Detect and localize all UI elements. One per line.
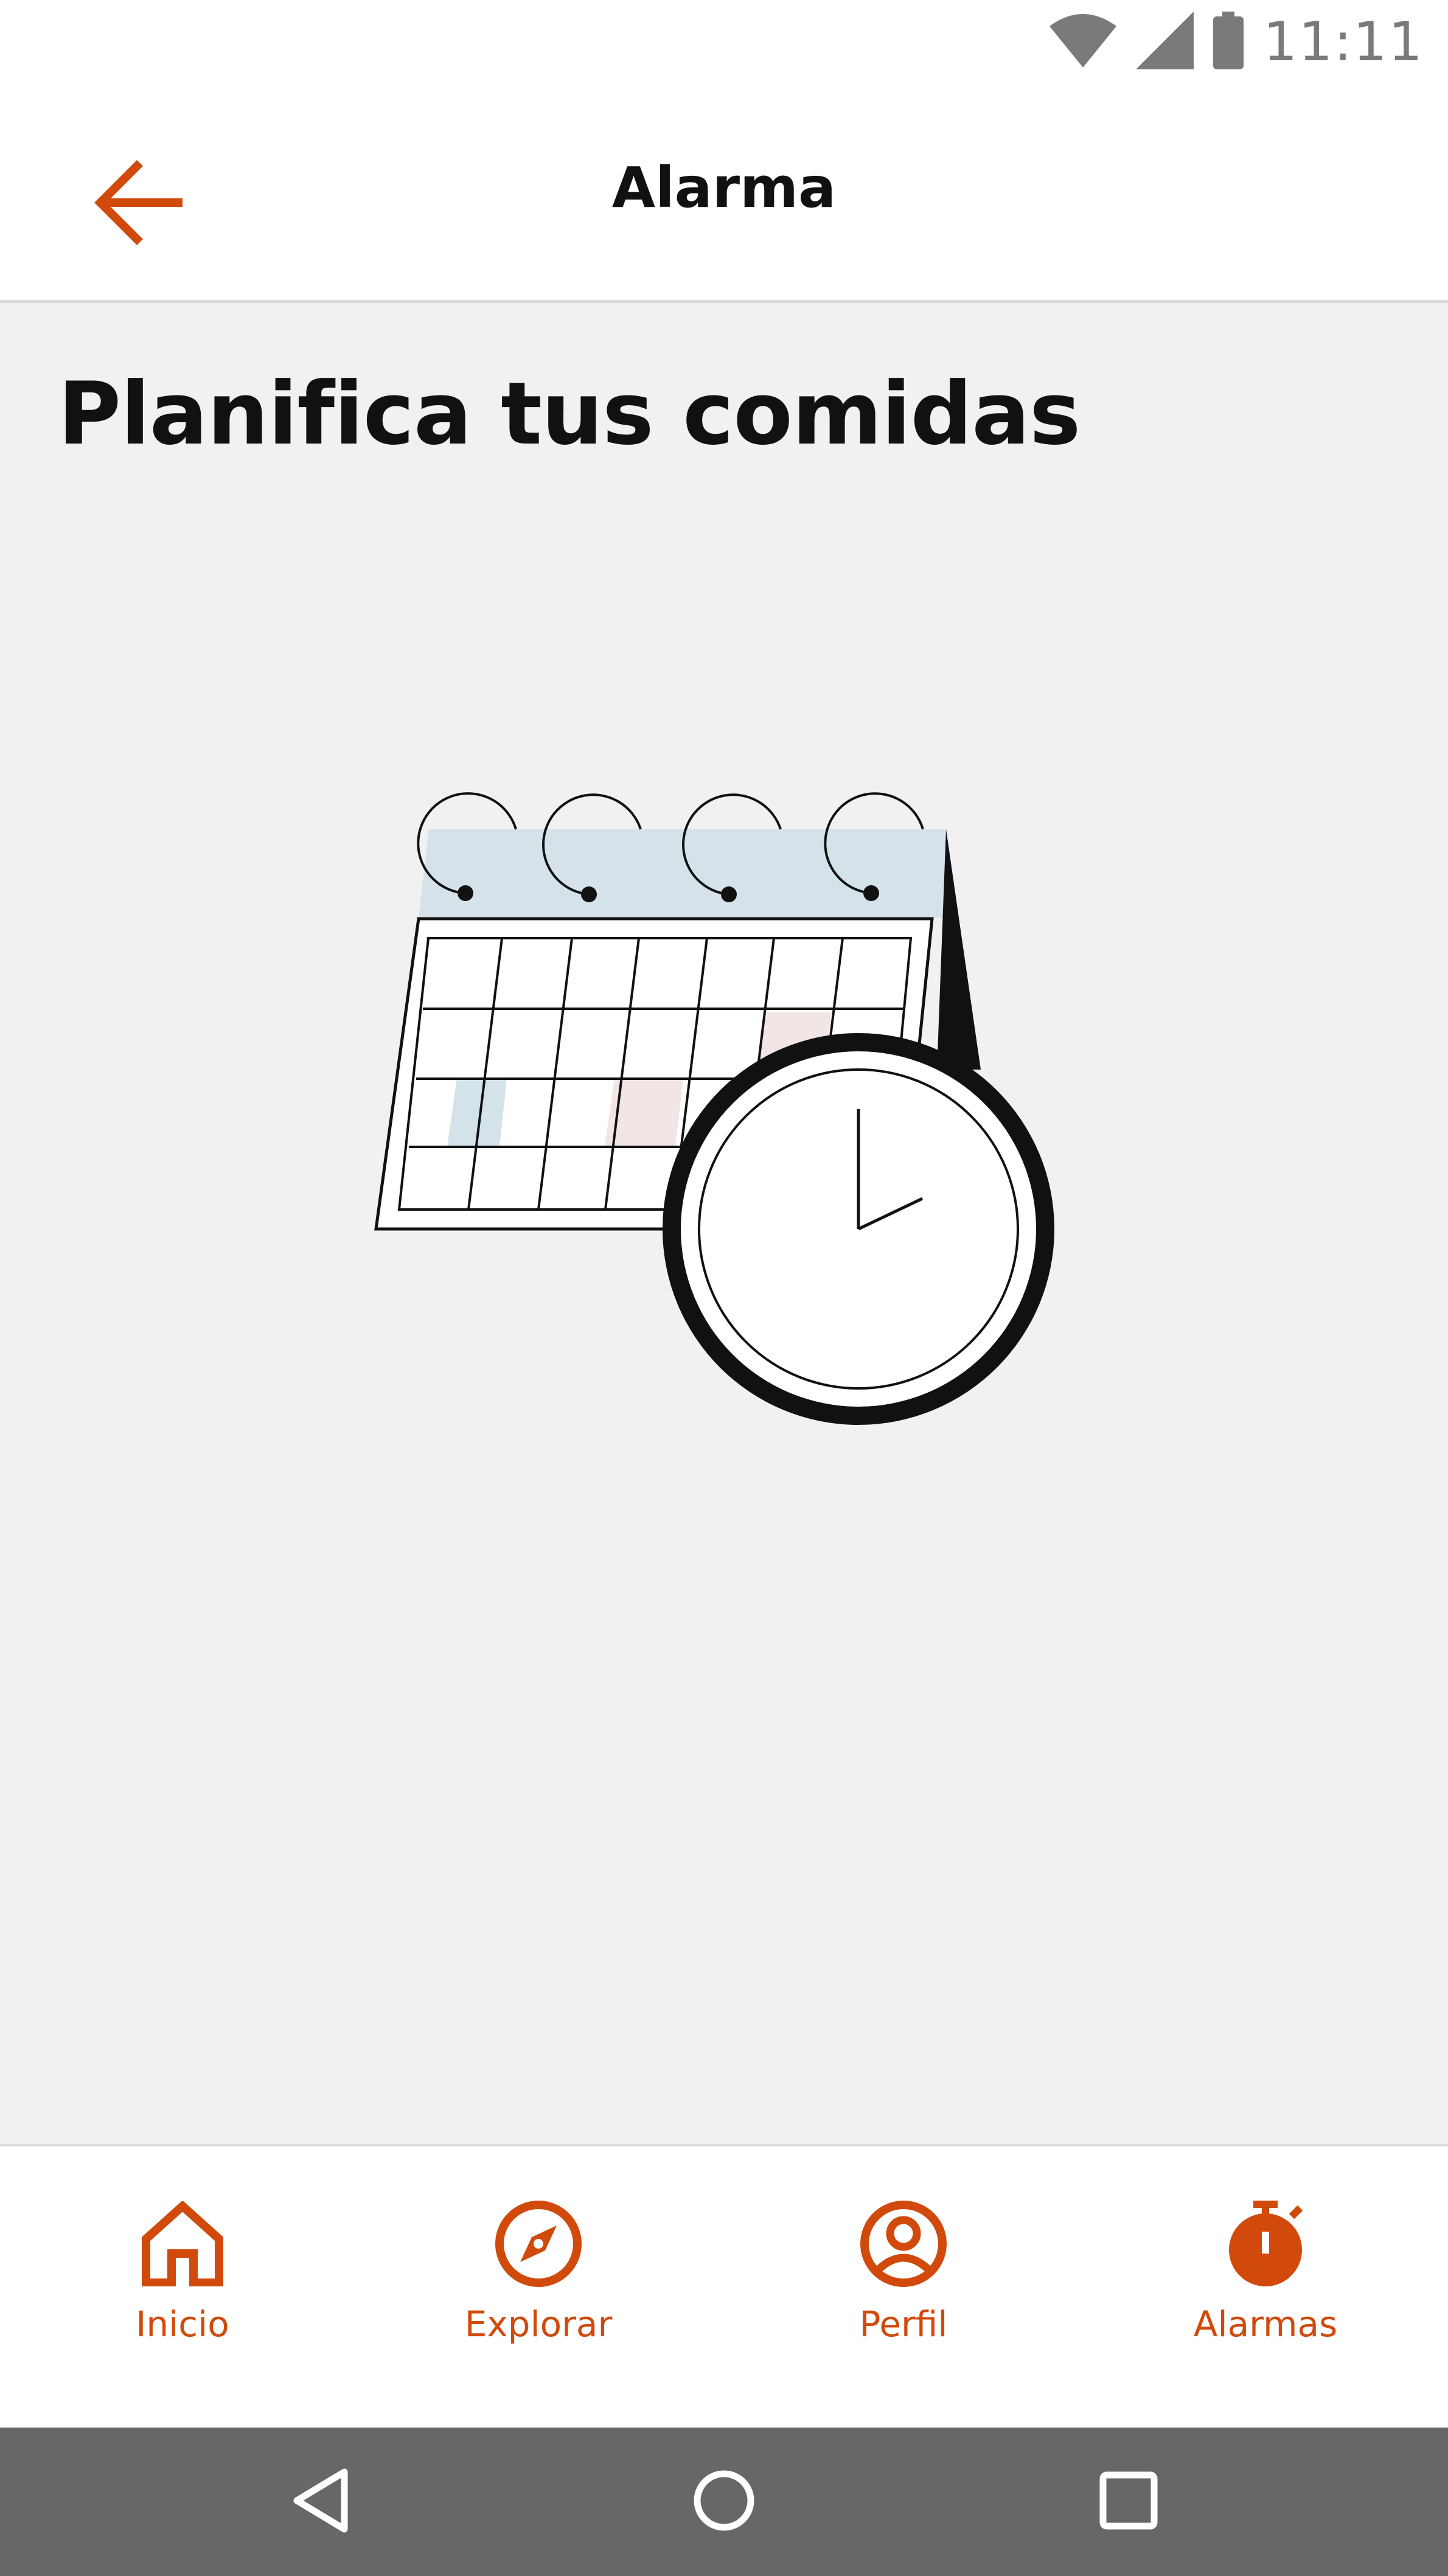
bottom-navigation: Inicio Explorar Perfil Alarmas	[0, 2144, 1448, 2428]
nav-item-perfil[interactable]: Perfil	[776, 2195, 1031, 2378]
system-navigation-bar	[0, 2428, 1448, 2576]
status-bar: 11:11	[0, 0, 1448, 82]
status-icons: 11:11	[1049, 10, 1424, 73]
signal-icon	[1136, 11, 1194, 72]
page-title: Planifica tus comidas	[58, 364, 1081, 464]
status-time: 11:11	[1263, 10, 1424, 73]
page-header-title: Alarma	[611, 155, 837, 220]
nav-label: Perfil	[859, 2303, 948, 2345]
recents-square-icon	[1098, 2470, 1159, 2533]
nav-item-alarmas[interactable]: Alarmas	[1138, 2195, 1393, 2378]
wifi-icon	[1049, 13, 1117, 70]
back-triangle-icon	[291, 2467, 352, 2536]
app-bar: Alarma	[0, 82, 1448, 303]
home-icon	[134, 2195, 231, 2292]
system-recents-button[interactable]	[1086, 2459, 1171, 2544]
nav-item-explorar[interactable]: Explorar	[411, 2195, 666, 2378]
system-back-button[interactable]	[279, 2459, 364, 2544]
main-content: Planifica tus comidas	[0, 303, 1448, 2392]
calendar-clock-illustration	[365, 784, 1071, 1429]
stopwatch-icon	[1217, 2195, 1314, 2292]
profile-icon	[855, 2195, 952, 2292]
system-home-button[interactable]	[681, 2459, 767, 2544]
nav-label: Inicio	[136, 2303, 229, 2345]
nav-label: Explorar	[464, 2303, 613, 2345]
battery-icon	[1213, 11, 1244, 72]
home-circle-icon	[691, 2467, 757, 2536]
compass-icon	[490, 2195, 587, 2292]
nav-label: Alarmas	[1193, 2303, 1338, 2345]
nav-item-inicio[interactable]: Inicio	[55, 2195, 310, 2378]
